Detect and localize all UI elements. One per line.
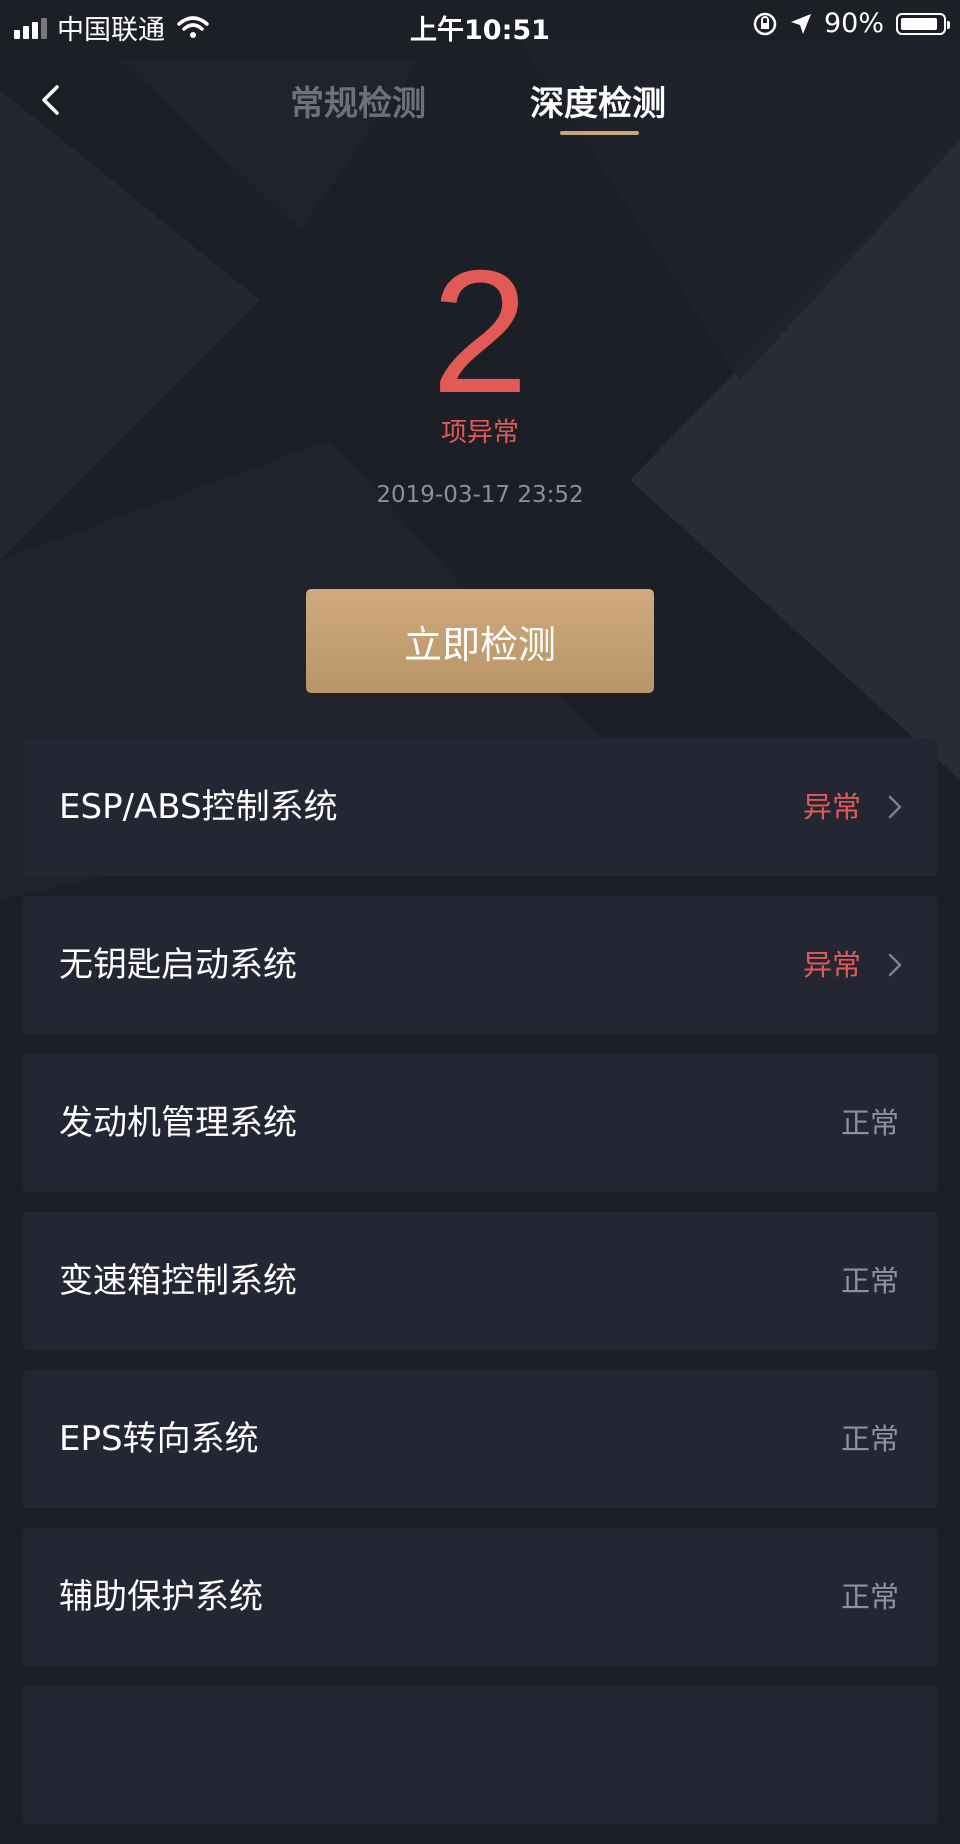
list-item-transmission-control[interactable]: 变速箱控制系统 正常	[23, 1212, 937, 1350]
item-label: ESP/ABS控制系统	[59, 787, 338, 827]
item-label: EPS转向系统	[59, 1419, 259, 1459]
status-bar: 中国联通 上午10:51 90%	[0, 0, 960, 48]
detect-now-button[interactable]: 立即检测	[306, 589, 654, 693]
rotation-lock-icon	[753, 12, 777, 35]
chevron-right-icon	[888, 953, 902, 977]
item-label: 发动机管理系统	[59, 1103, 297, 1143]
abnormal-count: 2	[431, 235, 529, 430]
abnormal-count-label: 项异常	[440, 418, 519, 448]
battery-percent: 90%	[823, 8, 884, 39]
battery-icon	[896, 12, 950, 35]
location-arrow-icon	[790, 13, 811, 34]
detection-timestamp: 2019-03-17 23:52	[376, 482, 584, 508]
item-status: 正常	[840, 1422, 899, 1456]
item-label: 变速箱控制系统	[59, 1261, 297, 1301]
list-item-eps-steering[interactable]: EPS转向系统 正常	[23, 1370, 937, 1508]
tab-deep-detection[interactable]: 深度检测	[530, 76, 666, 125]
item-status: 异常	[802, 790, 861, 824]
list-item-partial[interactable]	[23, 1686, 937, 1824]
list-item-auxiliary-protection[interactable]: 辅助保护系统 正常	[23, 1528, 937, 1666]
item-label: 辅助保护系统	[59, 1577, 263, 1617]
item-status: 正常	[840, 1580, 899, 1614]
item-status: 异常	[802, 948, 861, 982]
list-item-esp-abs[interactable]: ESP/ABS控制系统 异常	[23, 738, 937, 876]
detection-tabs: 常规检测 深度检测	[0, 76, 960, 136]
item-label: 无钥匙启动系统	[59, 945, 297, 985]
item-status: 正常	[840, 1106, 899, 1140]
item-status: 正常	[840, 1264, 899, 1298]
tab-regular-detection[interactable]: 常规检测	[290, 76, 426, 125]
system-list: ESP/ABS控制系统 异常 无钥匙启动系统 异常 发动机管理系统 正常 变速箱…	[23, 738, 937, 1844]
list-item-keyless-start[interactable]: 无钥匙启动系统 异常	[23, 896, 937, 1034]
active-tab-indicator	[560, 131, 639, 135]
chevron-right-icon	[888, 795, 902, 819]
list-item-engine-management[interactable]: 发动机管理系统 正常	[23, 1054, 937, 1192]
